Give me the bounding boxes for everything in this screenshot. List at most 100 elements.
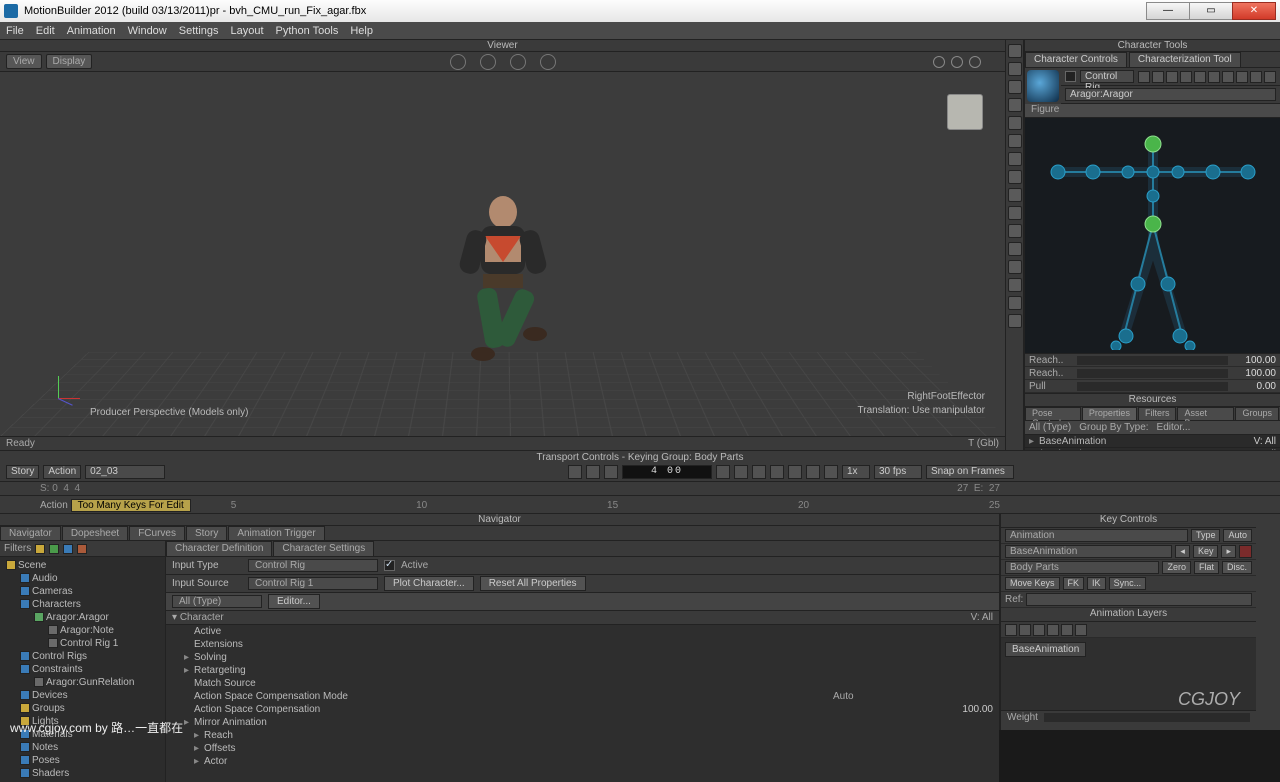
ct-icon-2[interactable] <box>1152 71 1164 83</box>
kc-delete-key-icon[interactable] <box>1239 545 1252 558</box>
kc-sync[interactable]: Sync... <box>1109 577 1147 590</box>
settings-row[interactable]: ▸Reach <box>166 729 999 742</box>
ct-icon-5[interactable] <box>1194 71 1206 83</box>
nav-tab-animtrigger[interactable]: Animation Trigger <box>228 526 324 540</box>
kc-animation[interactable]: Animation <box>1005 529 1188 542</box>
tool-constraint-icon[interactable] <box>1008 188 1022 202</box>
layer-tool-2-icon[interactable] <box>1019 624 1031 636</box>
reset-properties-button[interactable]: Reset All Properties <box>480 576 586 591</box>
reach-t-slider[interactable] <box>1077 356 1228 365</box>
settings-row[interactable]: ▸Actor <box>166 755 999 768</box>
timeline[interactable]: S: 0 4 4 27 E: 27 Action Too Many Keys F… <box>0 482 1280 514</box>
control-rig-checkbox[interactable] <box>1065 71 1076 82</box>
filter-icon-3[interactable] <box>63 544 73 554</box>
tab-char-definition[interactable]: Character Definition <box>166 541 272 556</box>
ct-icon-9[interactable] <box>1250 71 1262 83</box>
tool-physics-icon[interactable] <box>1008 206 1022 220</box>
layer-tool-3-icon[interactable] <box>1033 624 1045 636</box>
nr-editor-button[interactable]: Editor... <box>268 594 320 609</box>
kc-key[interactable]: Key <box>1193 545 1219 558</box>
tree-node[interactable]: Aragor:Aragor <box>2 611 163 624</box>
transport-loop-icon[interactable] <box>824 465 838 479</box>
kc-bodyparts[interactable]: Body Parts <box>1005 561 1159 574</box>
layer-tool-1-icon[interactable] <box>1005 624 1017 636</box>
tree-node[interactable]: Characters <box>2 598 163 611</box>
kc-movekeys[interactable]: Move Keys <box>1005 577 1060 590</box>
kc-ref-field[interactable] <box>1026 593 1252 606</box>
control-rig-dropdown[interactable]: Control Rig <box>1080 70 1134 83</box>
settings-row[interactable]: Extensions <box>166 638 999 651</box>
res-tab-pose[interactable]: Pose Controls <box>1025 407 1081 420</box>
kc-type[interactable]: Type <box>1191 529 1221 542</box>
settings-row[interactable]: Active <box>166 625 999 638</box>
kc-zero[interactable]: Zero <box>1162 561 1191 574</box>
tree-node[interactable]: Scene <box>2 559 163 572</box>
settings-row[interactable]: Action Space Compensation100.00 <box>166 703 999 716</box>
display-button[interactable]: Display <box>46 54 93 69</box>
res-tab-properties[interactable]: Properties <box>1082 407 1137 420</box>
transport-prev-key-icon[interactable] <box>586 465 600 479</box>
settings-row[interactable]: ▸Mirror Animation <box>166 716 999 729</box>
transport-story[interactable]: Story <box>6 465 39 479</box>
manipulator-free-icon[interactable] <box>540 54 556 70</box>
layer-tool-5-icon[interactable] <box>1061 624 1073 636</box>
kc-flat[interactable]: Flat <box>1194 561 1219 574</box>
tree-node[interactable]: Notes <box>2 741 163 754</box>
transport-fps[interactable]: 30 fps <box>874 465 922 479</box>
transport-step-fwd-icon[interactable] <box>770 465 784 479</box>
input-source-dropdown[interactable]: Control Rig 1 <box>248 577 378 590</box>
transport-next-key-icon[interactable] <box>788 465 802 479</box>
kc-base[interactable]: BaseAnimation <box>1005 545 1172 558</box>
transport-goto-end-icon[interactable] <box>806 465 820 479</box>
view-button[interactable]: View <box>6 54 42 69</box>
ct-icon-1[interactable] <box>1138 71 1150 83</box>
nav-tab-story[interactable]: Story <box>186 526 227 540</box>
menu-edit[interactable]: Edit <box>36 25 55 37</box>
hud-icon-1[interactable] <box>933 56 945 68</box>
res-tab-asset[interactable]: Asset Browser <box>1177 407 1234 420</box>
layer-baseanimation[interactable]: BaseAnimation <box>1005 642 1086 657</box>
input-type-dropdown[interactable]: Control Rig <box>248 559 378 572</box>
transport-shot[interactable]: 02_03 <box>85 465 165 479</box>
tree-node[interactable]: Cameras <box>2 585 163 598</box>
nr-all-type[interactable]: All (Type) <box>172 595 262 608</box>
ct-icon-8[interactable] <box>1236 71 1248 83</box>
reach-r-slider[interactable] <box>1077 369 1228 378</box>
tree-node[interactable]: Poses <box>2 754 163 767</box>
menu-file[interactable]: File <box>6 25 24 37</box>
tree-node[interactable]: Audio <box>2 572 163 585</box>
res-head-all[interactable]: All (Type) <box>1029 422 1071 433</box>
res-head-editor[interactable]: Editor... <box>1157 422 1191 433</box>
reach-t-value[interactable]: 100.00 <box>1232 355 1276 366</box>
menu-animation[interactable]: Animation <box>67 25 116 37</box>
ct-icon-10[interactable] <box>1264 71 1276 83</box>
character-name-dropdown[interactable]: Aragor:Aragor <box>1065 88 1276 101</box>
kc-fk[interactable]: FK <box>1063 577 1085 590</box>
reach-r-value[interactable]: 100.00 <box>1232 368 1276 379</box>
tool-transform-icon[interactable] <box>1008 116 1022 130</box>
transport-frame-counter[interactable]: 4 00 <box>622 465 712 479</box>
settings-row[interactable]: Match Source <box>166 677 999 690</box>
tree-node[interactable]: Aragor:Note <box>2 624 163 637</box>
tool-move-icon[interactable] <box>1008 62 1022 76</box>
scene-tree[interactable]: SceneAudioCamerasCharactersAragor:Aragor… <box>0 557 165 782</box>
hud-icon-2[interactable] <box>951 56 963 68</box>
transport-snap[interactable]: Snap on Frames <box>926 465 1014 479</box>
tool-select-icon[interactable] <box>1008 44 1022 58</box>
ct-icon-7[interactable] <box>1222 71 1234 83</box>
kc-prev-key-icon[interactable]: ◂ <box>1175 545 1190 558</box>
tool-video-icon[interactable] <box>1008 278 1022 292</box>
kc-auto[interactable]: Auto <box>1223 529 1252 542</box>
tool-texture-icon[interactable] <box>1008 242 1022 256</box>
tree-node[interactable]: Control Rig 1 <box>2 637 163 650</box>
viewport[interactable]: Producer Perspective (Models only) Right… <box>0 72 1005 436</box>
tree-node[interactable]: Constraints <box>2 663 163 676</box>
layer-tool-6-icon[interactable] <box>1075 624 1087 636</box>
manipulator-rotate-icon[interactable] <box>480 54 496 70</box>
tool-rotate-icon[interactable] <box>1008 80 1022 94</box>
nav-tab-navigator[interactable]: Navigator <box>0 526 61 540</box>
tree-node[interactable]: Shaders <box>2 767 163 780</box>
hud-icon-3[interactable] <box>969 56 981 68</box>
res-tab-filters[interactable]: Filters <box>1138 407 1177 420</box>
tab-char-settings[interactable]: Character Settings <box>273 541 374 556</box>
